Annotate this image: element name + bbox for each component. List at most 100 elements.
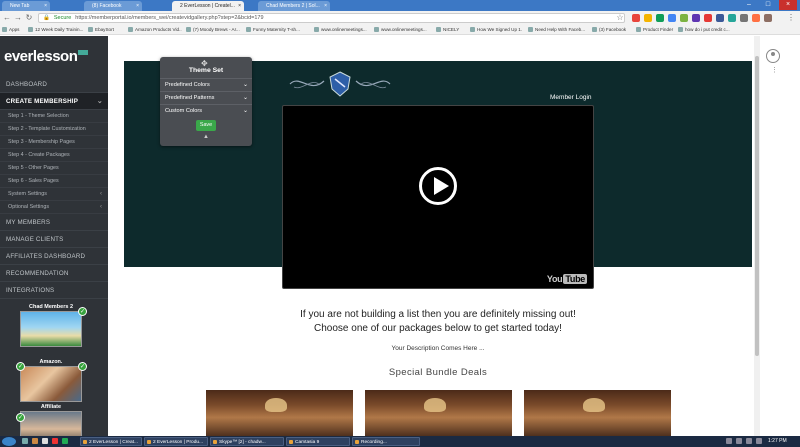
sidebar-item-my-members[interactable]: MY MEMBERS <box>0 214 108 231</box>
custom-colors-dropdown[interactable]: Custom Colors ⌄ <box>160 104 252 116</box>
start-button-icon[interactable] <box>2 437 16 446</box>
extension-icon[interactable] <box>656 14 664 22</box>
youtube-logo-icon[interactable]: You Tube <box>547 274 587 284</box>
extension-icon[interactable] <box>632 14 640 22</box>
package-card[interactable]: Affiliate ✓ <box>16 403 84 436</box>
sidebar-item-recommendation[interactable]: RECOMMENDATION <box>0 265 108 282</box>
sidebar-subitem-step4[interactable]: Step 4 - Create Packages <box>0 149 108 162</box>
sidebar-subitem-step5[interactable]: Step 5 - Other Pages <box>0 162 108 175</box>
sidebar-item-dashboard[interactable]: DASHBOARD <box>0 76 108 93</box>
close-window-icon[interactable]: × <box>779 0 797 10</box>
more-options-icon[interactable]: ⋮ <box>771 66 778 74</box>
tray-icon[interactable] <box>746 438 752 444</box>
member-login-link[interactable]: Member Login <box>550 94 592 101</box>
maximize-icon[interactable]: □ <box>759 0 777 10</box>
bookmark-item[interactable]: Product Finder <box>636 27 676 32</box>
tray-icon[interactable] <box>726 438 732 444</box>
bookmark-item[interactable]: EbaySort <box>88 27 126 32</box>
bookmark-item[interactable]: (7) Moody Brews - Ar... <box>186 27 242 32</box>
back-icon[interactable]: ← <box>2 13 12 23</box>
collapse-up-icon[interactable]: ▲ <box>203 134 209 140</box>
bookmark-item[interactable]: Funny Maternity T-sh... <box>246 27 312 32</box>
extension-icon[interactable] <box>728 14 736 22</box>
sidebar-subitem-step3[interactable]: Step 3 - Membership Pages <box>0 136 108 149</box>
tab-new-tab[interactable]: New Tab × <box>2 1 50 11</box>
url-input[interactable]: 🔒 Secure https://memberportal.io/members_w… <box>38 13 625 23</box>
extension-icon[interactable] <box>680 14 688 22</box>
bundle-image[interactable] <box>206 390 353 436</box>
package-title: Chad Members 2 <box>28 304 73 310</box>
bookmark-item[interactable]: (3) Facebook <box>592 27 634 32</box>
sidebar-item-integrations[interactable]: INTEGRATIONS <box>0 282 108 299</box>
chevron-down-icon: ⌄ <box>242 108 248 114</box>
taskbar-item[interactable]: Skype™ [2] - chadw... <box>210 437 284 446</box>
extension-icon[interactable] <box>716 14 724 22</box>
tray-icon[interactable] <box>736 438 742 444</box>
quicklaunch-icon[interactable] <box>52 438 58 444</box>
sidebar-subitem-system-settings[interactable]: System Settings ‹ <box>0 188 108 201</box>
bookmark-item[interactable]: Need Help With Faceb... <box>528 27 590 32</box>
sidebar-subitem-step2[interactable]: Step 2 - Template Customization <box>0 123 108 136</box>
secure-lock-icon: 🔒 <box>43 15 50 21</box>
predefined-patterns-dropdown[interactable]: Predefined Patterns ⌄ <box>160 91 252 103</box>
quicklaunch-icon[interactable] <box>42 438 48 444</box>
package-thumbnail <box>20 311 82 347</box>
play-icon[interactable] <box>419 167 457 205</box>
bookmark-item[interactable]: NICELY <box>436 27 470 32</box>
taskbar-item[interactable]: Recording... <box>352 437 420 446</box>
extension-icon[interactable] <box>740 14 748 22</box>
tab-chad-members[interactable]: Chad Members 2 | Sol... × <box>258 1 330 11</box>
quicklaunch-icon[interactable] <box>22 438 28 444</box>
sidebar-subitem-optional-settings[interactable]: Optional Settings ‹ <box>0 201 108 214</box>
sidebar-item-manage-clients[interactable]: MANAGE CLIENTS <box>0 231 108 248</box>
taskbar-item[interactable]: Camtasia 9 <box>286 437 350 446</box>
taskbar-item[interactable]: 2 EverLesson | Produ... <box>144 437 208 446</box>
video-player[interactable]: You Tube <box>282 105 594 289</box>
bundle-image[interactable] <box>365 390 512 436</box>
bookmark-item[interactable]: How We Signed Up 1... <box>470 27 522 32</box>
close-tab-icon[interactable]: × <box>238 3 241 9</box>
taskbar-item[interactable]: 2 EverLesson | Creat... <box>80 437 142 446</box>
quicklaunch-icon[interactable] <box>62 438 68 444</box>
sidebar-subitem-step6[interactable]: Step 6 - Sales Pages <box>0 175 108 188</box>
sidebar-subitem-step1[interactable]: Step 1 - Theme Selection <box>0 110 108 123</box>
tray-icon[interactable] <box>756 438 762 444</box>
bookmark-apps[interactable]: Apps <box>2 27 26 32</box>
close-tab-icon[interactable]: × <box>44 3 47 9</box>
extension-icon[interactable] <box>668 14 676 22</box>
forward-icon[interactable]: → <box>13 13 23 23</box>
minimize-icon[interactable]: – <box>740 0 758 10</box>
predefined-colors-dropdown[interactable]: Predefined Colors ⌄ <box>160 78 252 90</box>
scrollbar-thumb[interactable] <box>755 56 759 356</box>
bookmark-item[interactable]: www.onlinemeetings... <box>374 27 432 32</box>
bookmark-item[interactable]: 12 Week Daily Trainin... <box>28 27 84 32</box>
extension-icon[interactable] <box>764 14 772 22</box>
bookmark-item[interactable]: www.onlinemeetings... <box>314 27 370 32</box>
package-title: Amazon. <box>39 359 63 365</box>
extension-icon[interactable] <box>704 14 712 22</box>
browser-menu-icon[interactable]: ⋮ <box>786 13 796 23</box>
extension-icon[interactable] <box>752 14 760 22</box>
app-logo[interactable]: everlesson <box>4 48 89 65</box>
tab-everlesson[interactable]: 2 EverLesson | Createl... × <box>172 1 244 11</box>
close-tab-icon[interactable]: × <box>324 3 327 9</box>
check-icon: ✓ <box>16 413 25 422</box>
save-button[interactable]: Save <box>196 120 216 131</box>
tab-facebook[interactable]: (8) Facebook × <box>84 1 142 11</box>
reload-icon[interactable]: ↻ <box>24 13 34 23</box>
avatar-icon[interactable] <box>766 49 780 63</box>
quicklaunch-icon[interactable] <box>32 438 38 444</box>
sidebar-item-create-membership[interactable]: CREATE MEMBERSHIP ⌄ <box>0 93 108 110</box>
bookmark-item[interactable]: how do i put credit c... <box>678 27 738 32</box>
bundle-image[interactable] <box>524 390 671 436</box>
close-tab-icon[interactable]: × <box>136 3 139 9</box>
extension-icon[interactable] <box>644 14 652 22</box>
taskbar-clock[interactable]: 1:27 PM <box>768 436 787 447</box>
section-title: Special Bundle Deals <box>388 367 488 378</box>
package-card[interactable]: Amazon. ✓ ✓ <box>16 358 87 402</box>
extension-icon[interactable] <box>692 14 700 22</box>
bookmark-star-icon[interactable]: ☆ <box>615 13 625 23</box>
package-card[interactable]: Chad Members 2 ✓ <box>18 303 87 347</box>
bookmark-item[interactable]: Amazon Products Vid... <box>128 27 182 32</box>
sidebar-item-affiliates-dashboard[interactable]: AFFILIATES DASHBOARD <box>0 248 108 265</box>
